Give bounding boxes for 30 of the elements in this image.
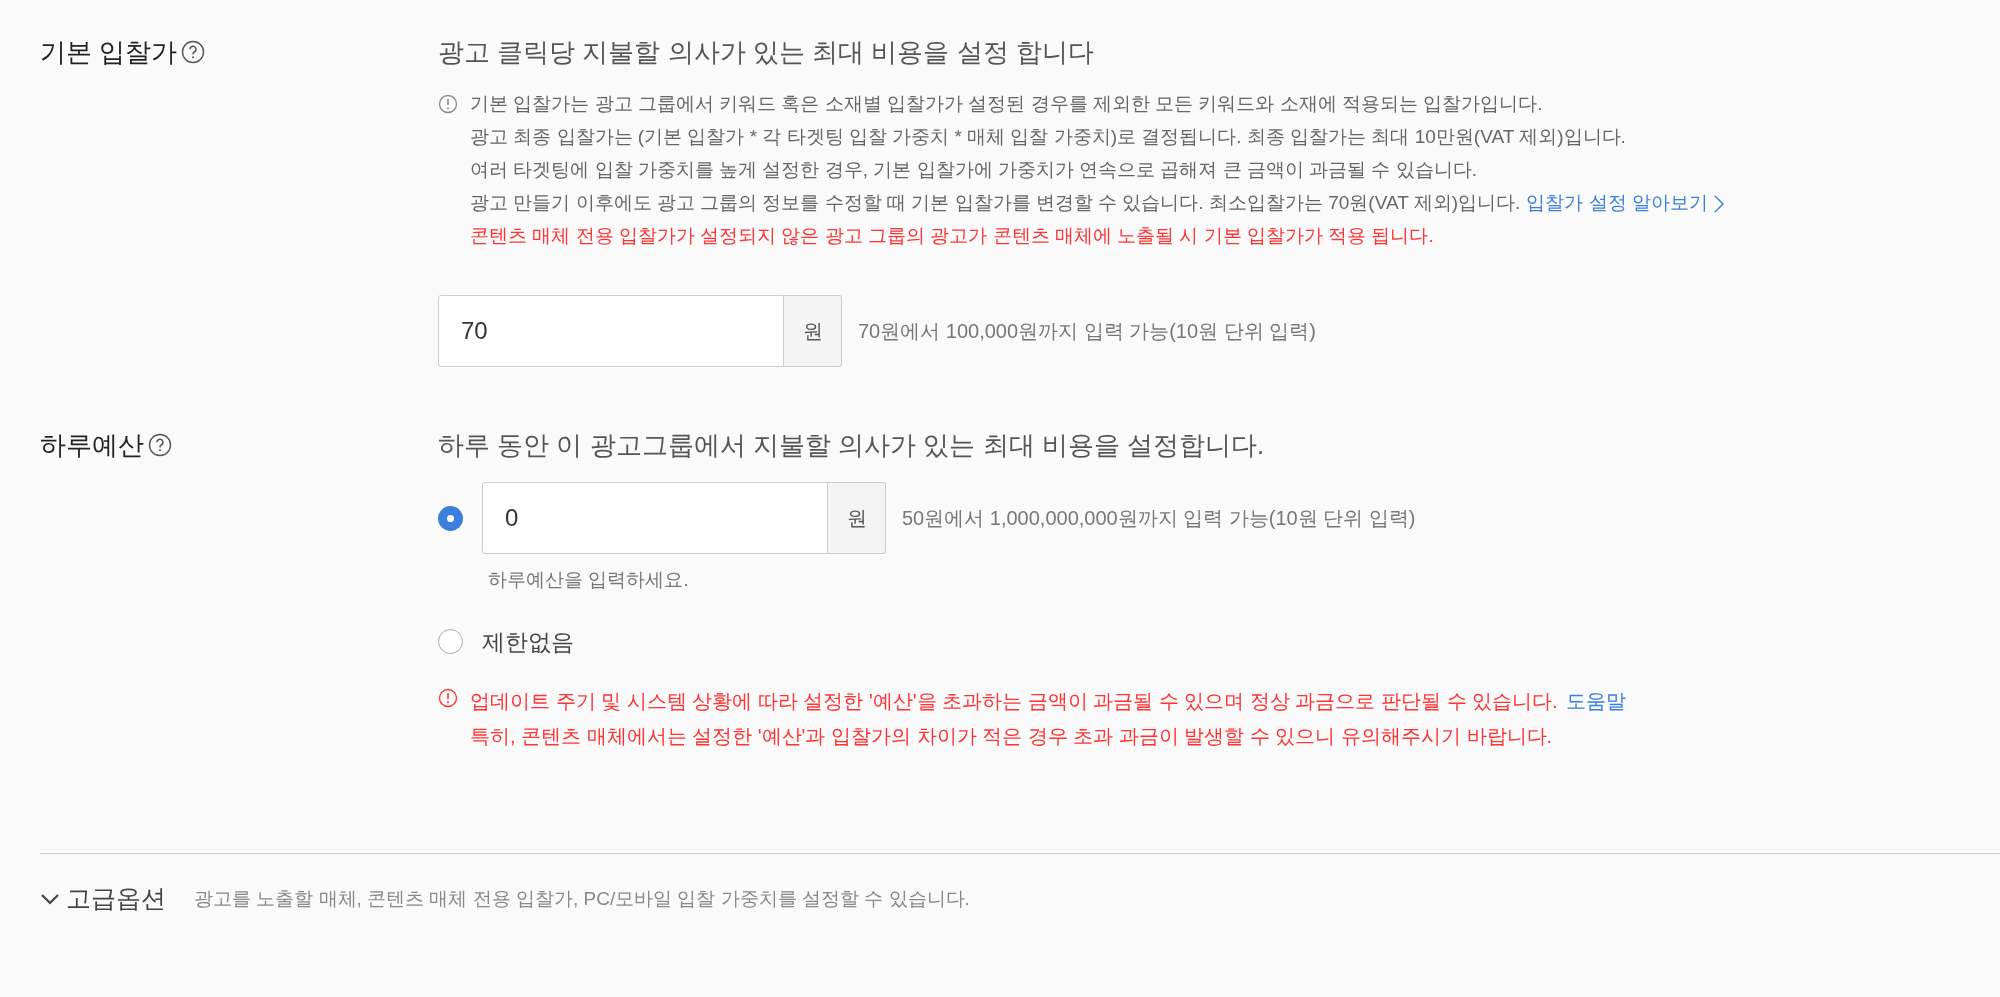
section-heading: 광고 클릭당 지불할 의사가 있는 최대 비용을 설정 합니다 bbox=[438, 36, 1095, 69]
note-text: 광고 만들기 이후에도 광고 그룹의 정보를 수정할 때 기본 입찰가를 변경할 수 있습니다. 최소입찰가는 70원(VAT 제외)입니다. bbox=[470, 191, 1521, 216]
section-heading: 하루 동안 이 광고그룹에서 지불할 의사가 있는 최대 비용을 설정합니다. bbox=[438, 429, 1266, 462]
range-hint: 70원에서 100,000원까지 입력 가능(10원 단위 입력) bbox=[858, 319, 1316, 344]
radio-button[interactable] bbox=[438, 629, 463, 655]
amount-field[interactable]: 70 bbox=[438, 295, 784, 367]
section-label: 기본 입찰가 bbox=[40, 35, 178, 69]
note-text: 광고 최종 입찰가는 (기본 입찰가 * 각 타겟팅 입찰 가중치 * 매체 입찰 가중치)로 결정됩니다. 최종 입찰가는 최대 10만원(VAT 제외)입니다. bbox=[470, 125, 1626, 150]
unit-label: 원 bbox=[784, 295, 842, 367]
alert-icon bbox=[438, 688, 458, 708]
range-hint: 50원에서 1,000,000,000원까지 입력 가능(10원 단위 입력) bbox=[902, 506, 1416, 531]
unit-label: 원 bbox=[828, 482, 886, 554]
note-text: 콘텐츠 매체 전용 입찰가가 설정되지 않은 광고 그룹의 광고가 콘텐츠 매체에 노출될 시 기본 입찰가가 적용 됩니다. bbox=[470, 224, 1434, 249]
field-hint: 하루예산을 입력하세요. bbox=[488, 568, 690, 592]
advanced-description: 광고를 노출할 매체, 콘텐츠 매체 전용 입찰가, PC/모바일 입찰 가중치를 설정할 수 있습니다. bbox=[194, 886, 970, 911]
advanced-options-toggle[interactable]: 고급옵션 bbox=[40, 880, 166, 918]
section-label: 하루예산 bbox=[40, 428, 144, 462]
radio-label: 제한없음 bbox=[482, 627, 574, 657]
learn-more-link[interactable]: 입찰가 설정 알아보기 bbox=[1526, 189, 1724, 218]
radio-button[interactable] bbox=[438, 505, 463, 531]
help-icon[interactable] bbox=[148, 433, 172, 457]
chevron-right-icon bbox=[1713, 194, 1724, 213]
help-link[interactable]: 도움말 bbox=[1565, 685, 1626, 716]
amount-field[interactable]: 0 bbox=[482, 482, 828, 554]
note-text: 기본 입찰가는 광고 그룹에서 키워드 혹은 소재별 입찰가가 설정된 경우를 제외한 모든 키워드와 소재에 적용되는 입찰가입니다. bbox=[470, 92, 1543, 117]
help-icon[interactable] bbox=[181, 40, 206, 64]
note-text: 여러 타겟팅에 입찰 가중치를 높게 설정한 경우, 기본 입찰가에 가중치가 연속으로 곱해져 큰 금액이 과금될 수 있습니다. bbox=[470, 158, 1478, 183]
warning-text: 특히, 콘텐츠 매체에서는 설정한 '예산'과 입찰가의 차이가 적은 경우 초과 과금이 발생할 수 있으니 유의해주시기 바랍니다. bbox=[470, 723, 1553, 749]
alert-icon bbox=[438, 94, 458, 114]
warning-text: 업데이트 주기 및 시스템 상황에 따라 설정한 '예산'을 초과하는 금액이 과금될 수 있으며 정상 과금으로 판단될 수 있습니다. bbox=[470, 688, 1558, 714]
